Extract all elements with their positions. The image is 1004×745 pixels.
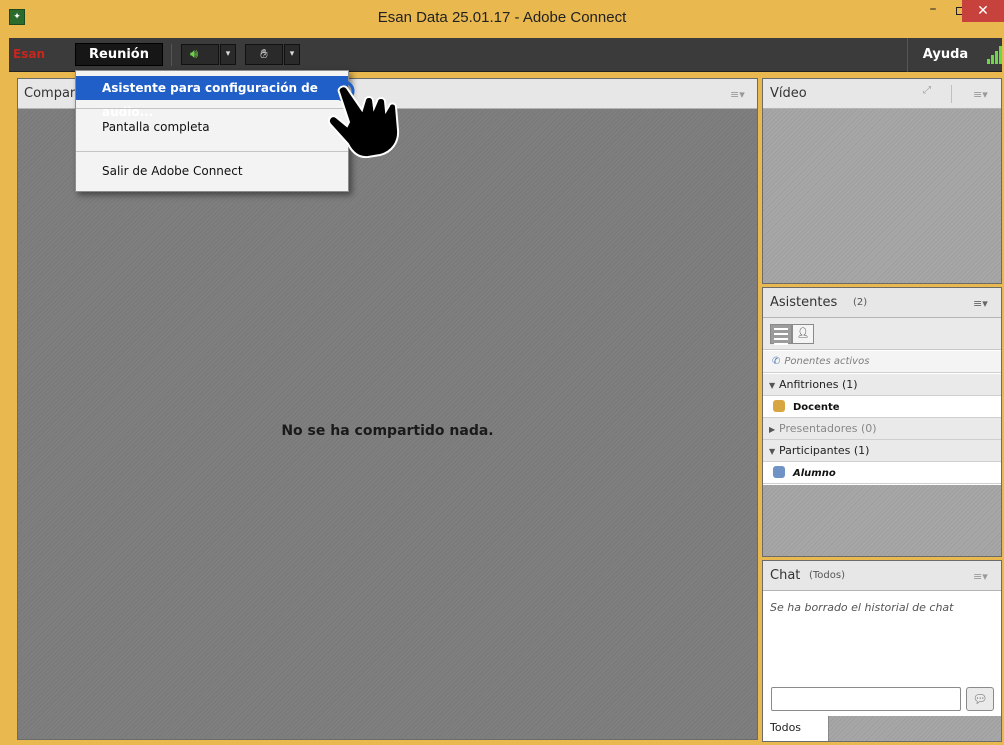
fullscreen-icon[interactable]: ⤢ (923, 85, 931, 96)
host-user-icon (773, 400, 785, 412)
participants-group-label: Participantes (1) (779, 444, 870, 457)
video-pod-header: Vídeo ⤢ ≡▾ (763, 79, 1001, 109)
speaker-icon: 🔊︎ (190, 47, 199, 62)
attendee-row[interactable]: Docente (763, 396, 1001, 418)
active-speakers-label: Ponentes activos (784, 356, 870, 367)
speaker-button[interactable]: 🔊︎ (181, 44, 219, 65)
raise-hand-icon: ✋︎ (260, 47, 268, 62)
chat-pod-header: Chat (Todos) ≡▾ (763, 561, 1001, 591)
pod-menu-icon[interactable]: ≡▾ (973, 88, 988, 101)
attendees-toolbar: 👤︎ (763, 318, 1001, 350)
detail-view-button[interactable]: 👤︎ (792, 324, 814, 344)
minimize-button[interactable]: – (918, 0, 948, 22)
hosts-group-label: Anfitriones (1) (779, 378, 858, 391)
menu-divider (76, 151, 348, 152)
video-pod: Vídeo ⤢ ≡▾ (762, 78, 1002, 284)
presenters-group[interactable]: ▶ Presentadores (0) (763, 418, 1001, 440)
share-pod-title: Compart (24, 86, 81, 101)
hand-pointer-icon (327, 80, 400, 158)
send-message-button[interactable]: 💬︎ (966, 687, 994, 711)
participants-group[interactable]: ▼ Participantes (1) (763, 440, 1001, 462)
close-button[interactable]: ✕ (962, 0, 1004, 22)
attendees-pod: Asistentes (2) ≡▾ 👤︎ ✆ Ponentes activos ▼… (762, 287, 1002, 557)
participant-user-icon (773, 466, 785, 478)
window-title: Esan Data 25.01.17 - Adobe Connect (377, 9, 627, 26)
presenters-group-label: Presentadores (0) (779, 422, 877, 435)
pod-menu-icon[interactable]: ≡▾ (973, 297, 988, 310)
window-titlebar: ✦ Esan Data 25.01.17 - Adobe Connect – ✕ (0, 0, 1004, 38)
meeting-dropdown-menu: Asistente para configuración de audio...… (75, 70, 349, 192)
status-dropdown-button[interactable]: ▾ (284, 44, 300, 65)
header-divider (951, 85, 952, 103)
chat-tabbar: Todos (763, 716, 1001, 741)
attendee-name: Alumno (793, 468, 836, 479)
pod-menu-icon[interactable]: ≡▾ (730, 88, 745, 101)
menubar-divider (171, 44, 172, 66)
list-view-button[interactable] (770, 324, 792, 345)
expand-triangle-icon: ▼ (769, 381, 776, 390)
phone-icon: ✆ (772, 356, 781, 367)
esan-logo: Esan (13, 47, 45, 61)
status-button[interactable]: ✋︎ (245, 44, 283, 65)
hosts-group[interactable]: ▼ Anfitriones (1) (763, 374, 1001, 396)
chat-history-message: Se ha borrado el historial de chat (770, 601, 954, 614)
chat-scope: (Todos) (809, 570, 846, 581)
chat-pod: Chat (Todos) ≡▾ Se ha borrado el histori… (762, 560, 1002, 742)
pod-menu-icon[interactable]: ≡▾ (973, 570, 988, 583)
chat-input[interactable] (771, 687, 961, 711)
chat-tab-everyone[interactable]: Todos (763, 716, 829, 741)
help-menu-button[interactable]: Ayuda (907, 38, 983, 72)
chat-pod-title: Chat (770, 568, 801, 583)
attendee-count: (2) (853, 297, 868, 308)
expand-triangle-icon: ▼ (769, 447, 776, 456)
meeting-menu-button[interactable]: Reunión (75, 43, 163, 66)
collapsed-triangle-icon: ▶ (769, 425, 776, 434)
attendees-pod-header: Asistentes (2) ≡▾ (763, 288, 1001, 318)
signal-strength-icon (987, 46, 1002, 64)
nothing-shared-message: No se ha compartido nada. (281, 423, 494, 439)
exit-adobe-connect-menu-item[interactable]: Salir de Adobe Connect (76, 164, 348, 178)
attendee-name: Docente (793, 402, 840, 413)
app-menubar: Esan Reunión 🔊︎ ▾ ✋︎ ▾ Ayuda (9, 38, 1002, 72)
attendee-row[interactable]: Alumno (763, 462, 1001, 484)
fullscreen-menu-item[interactable]: Pantalla completa (76, 120, 348, 134)
share-area: No se ha compartido nada. (18, 109, 757, 739)
video-area (763, 109, 1001, 283)
attendees-empty-area (763, 485, 1001, 556)
speech-bubble-icon: 💬︎ (972, 692, 988, 706)
menu-divider (76, 108, 348, 109)
speaker-dropdown-button[interactable]: ▾ (220, 44, 236, 65)
audio-setup-wizard-menu-item[interactable]: Asistente para configuración de audio... (76, 76, 348, 119)
active-speakers-row: ✆ Ponentes activos (763, 351, 1001, 373)
attendees-pod-title: Asistentes (770, 295, 838, 310)
video-pod-title: Vídeo (770, 86, 807, 101)
